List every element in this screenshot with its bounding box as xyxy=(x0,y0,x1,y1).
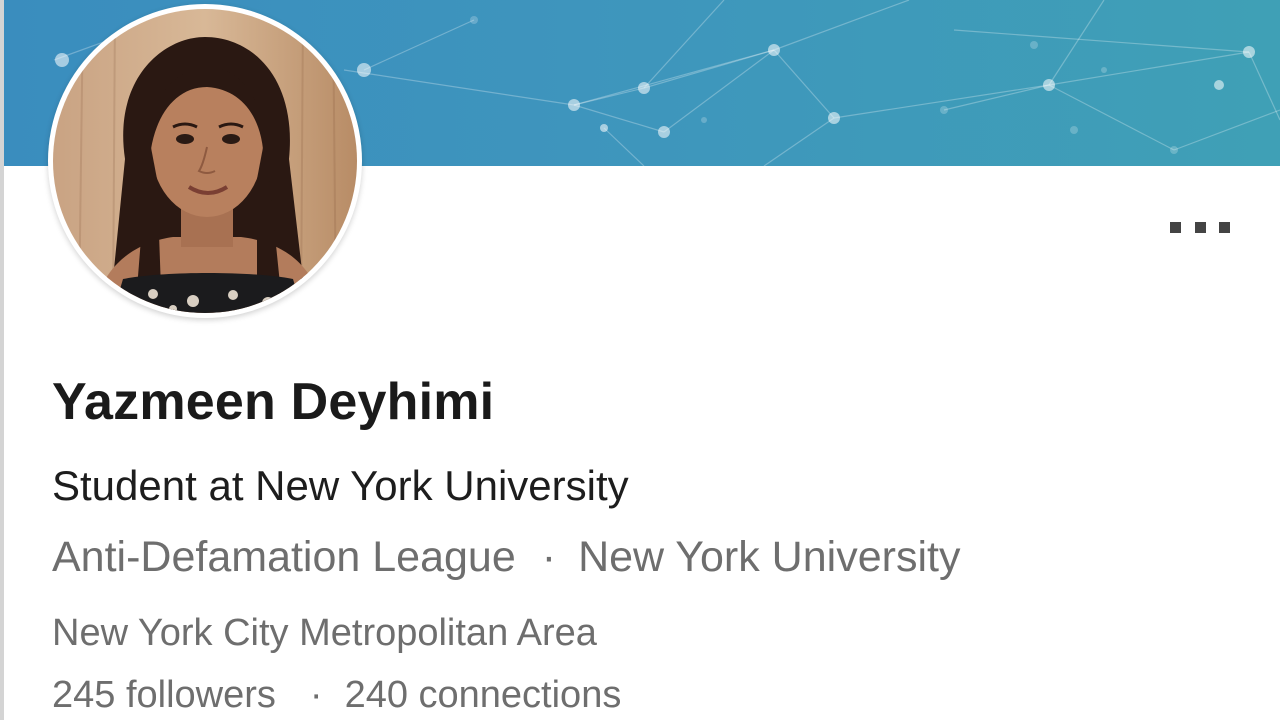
profile-headline: Student at New York University xyxy=(52,462,629,509)
profile-location: New York City Metropolitan Area xyxy=(52,612,597,654)
profile-stats: 245 followers · 240 connections xyxy=(52,674,621,717)
affiliation-separator: · xyxy=(541,533,557,581)
profile-name: Yazmeen Deyhimi xyxy=(52,373,495,431)
more-options-icon-dot xyxy=(1219,221,1230,233)
affiliation-link-school[interactable]: New York University xyxy=(578,533,960,581)
followers-link[interactable]: 245 followers xyxy=(52,674,276,716)
profile-photo-image xyxy=(53,9,357,313)
stats-separator: · xyxy=(309,674,323,716)
connections-link[interactable]: 240 connections xyxy=(345,674,622,716)
profile-photo[interactable] xyxy=(53,9,357,313)
more-options-icon-dot xyxy=(1170,221,1181,233)
profile-photo-frame[interactable] xyxy=(48,4,362,318)
profile-affiliations: Anti-Defamation League · New York Universi… xyxy=(52,533,960,582)
more-options-icon-dot xyxy=(1194,221,1206,233)
affiliation-link-company[interactable]: Anti-Defamation League xyxy=(52,533,516,581)
more-options-button[interactable] xyxy=(1164,216,1236,238)
